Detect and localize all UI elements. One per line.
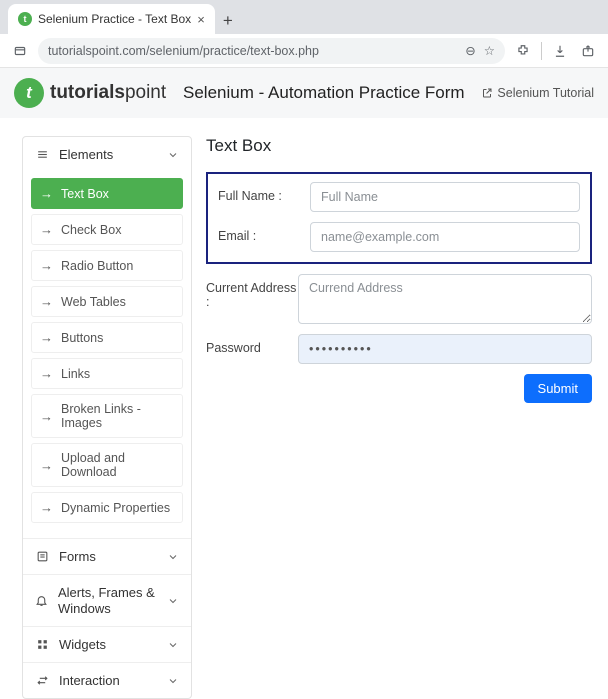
- sidebar-group-label: Widgets: [59, 637, 106, 652]
- sidebar-group-widgets[interactable]: Widgets: [23, 627, 191, 662]
- sidebar-group-forms[interactable]: Forms: [23, 539, 191, 574]
- new-tab-button[interactable]: +: [215, 8, 241, 34]
- chevron-down-icon: [167, 639, 179, 651]
- sidebar-group-interaction[interactable]: Interaction: [23, 663, 191, 698]
- browser-tab-active[interactable]: t Selenium Practice - Text Box ×: [8, 4, 215, 34]
- sidebar-item-radio-button[interactable]: → Radio Button: [31, 250, 183, 281]
- content-area: Text Box Full Name : Email : Current Add…: [206, 136, 598, 699]
- chevron-down-icon: [167, 675, 179, 687]
- sidebar-item-dynamic-properties[interactable]: → Dynamic Properties: [31, 492, 183, 523]
- browser-tabbar: t Selenium Practice - Text Box × +: [0, 0, 608, 34]
- sidebar-group-label: Forms: [59, 549, 96, 564]
- arrow-right-icon: →: [40, 458, 53, 473]
- sidebar-item-upload-download[interactable]: → Upload and Download: [31, 443, 183, 487]
- sidebar-item-check-box[interactable]: → Check Box: [31, 214, 183, 245]
- close-tab-icon[interactable]: ×: [197, 12, 205, 27]
- sidebar-item-label: Buttons: [61, 331, 103, 345]
- address-label: Current Address :: [206, 274, 298, 309]
- bookmark-star-icon[interactable]: ☆: [484, 43, 495, 58]
- sidebar-item-text-box[interactable]: → Text Box: [31, 178, 183, 209]
- external-link-icon: [481, 87, 493, 99]
- fullname-label: Full Name :: [218, 182, 310, 203]
- sidebar-item-web-tables[interactable]: → Web Tables: [31, 286, 183, 317]
- content-heading: Text Box: [206, 136, 592, 156]
- form-icon: [35, 550, 49, 563]
- chevron-down-icon: [167, 595, 179, 607]
- address-textarea[interactable]: [298, 274, 592, 324]
- menu-icon: [35, 148, 49, 161]
- sidebar: Elements → Text Box → Check Box → Radio But…: [22, 136, 192, 699]
- sidebar-group-label: Elements: [59, 147, 113, 162]
- submit-button[interactable]: Submit: [524, 374, 592, 403]
- pwd-key-icon[interactable]: ⊖: [465, 43, 475, 58]
- share-icon[interactable]: [578, 41, 598, 61]
- arrow-right-icon: →: [40, 330, 53, 345]
- arrow-right-icon: →: [40, 366, 53, 381]
- favicon-icon: t: [18, 12, 32, 26]
- logo-text-bold: tutorials: [50, 82, 125, 103]
- sidebar-item-label: Text Box: [61, 187, 109, 201]
- logo-mark-icon: t: [14, 78, 44, 108]
- swap-icon: [35, 674, 49, 687]
- selenium-tutorial-link[interactable]: Selenium Tutorial: [481, 86, 594, 100]
- site-info-icon[interactable]: [10, 41, 30, 61]
- url-input[interactable]: tutorialspoint.com/selenium/practice/tex…: [38, 38, 505, 64]
- email-label: Email :: [218, 222, 310, 243]
- sidebar-item-broken-links[interactable]: → Broken Links - Images: [31, 394, 183, 438]
- highlighted-region: Full Name : Email :: [206, 172, 592, 264]
- sidebar-group-alerts[interactable]: Alerts, Frames & Windows: [23, 575, 191, 626]
- browser-addressbar: tutorialspoint.com/selenium/practice/tex…: [0, 34, 608, 68]
- logo[interactable]: t tutorialspoint: [14, 78, 166, 108]
- arrow-right-icon: →: [40, 294, 53, 309]
- sidebar-group-label: Alerts, Frames & Windows: [58, 585, 157, 616]
- sidebar-item-label: Upload and Download: [61, 451, 174, 479]
- sidebar-item-label: Radio Button: [61, 259, 133, 273]
- fullname-input[interactable]: [310, 182, 580, 212]
- tab-title: Selenium Practice - Text Box: [38, 12, 191, 26]
- page-title: Selenium - Automation Practice Form: [178, 83, 469, 103]
- arrow-right-icon: →: [40, 500, 53, 515]
- password-input[interactable]: [298, 334, 592, 364]
- email-input[interactable]: [310, 222, 580, 252]
- arrow-right-icon: →: [40, 186, 53, 201]
- chevron-down-icon: [167, 551, 179, 563]
- extensions-icon[interactable]: [513, 41, 533, 61]
- logo-text-light: point: [125, 82, 166, 103]
- arrow-right-icon: →: [40, 222, 53, 237]
- sidebar-item-label: Links: [61, 367, 90, 381]
- password-label: Password: [206, 334, 298, 355]
- arrow-right-icon: →: [40, 409, 53, 424]
- sidebar-item-links[interactable]: → Links: [31, 358, 183, 389]
- download-icon[interactable]: [550, 41, 570, 61]
- sidebar-item-label: Web Tables: [61, 295, 126, 309]
- sidebar-item-buttons[interactable]: → Buttons: [31, 322, 183, 353]
- arrow-right-icon: →: [40, 258, 53, 273]
- tutorial-link-text: Selenium Tutorial: [497, 86, 594, 100]
- sidebar-group-label: Interaction: [59, 673, 120, 688]
- divider: [541, 42, 542, 60]
- url-text: tutorialspoint.com/selenium/practice/tex…: [48, 44, 319, 58]
- sidebar-item-label: Check Box: [61, 223, 121, 237]
- grid-icon: [35, 638, 49, 651]
- sidebar-item-label: Broken Links - Images: [61, 402, 174, 430]
- sidebar-group-elements[interactable]: Elements: [23, 137, 191, 172]
- sidebar-item-label: Dynamic Properties: [61, 501, 170, 515]
- bell-icon: [35, 594, 48, 607]
- page-header: t tutorialspoint Selenium - Automation P…: [0, 68, 608, 118]
- chevron-down-icon: [167, 149, 179, 161]
